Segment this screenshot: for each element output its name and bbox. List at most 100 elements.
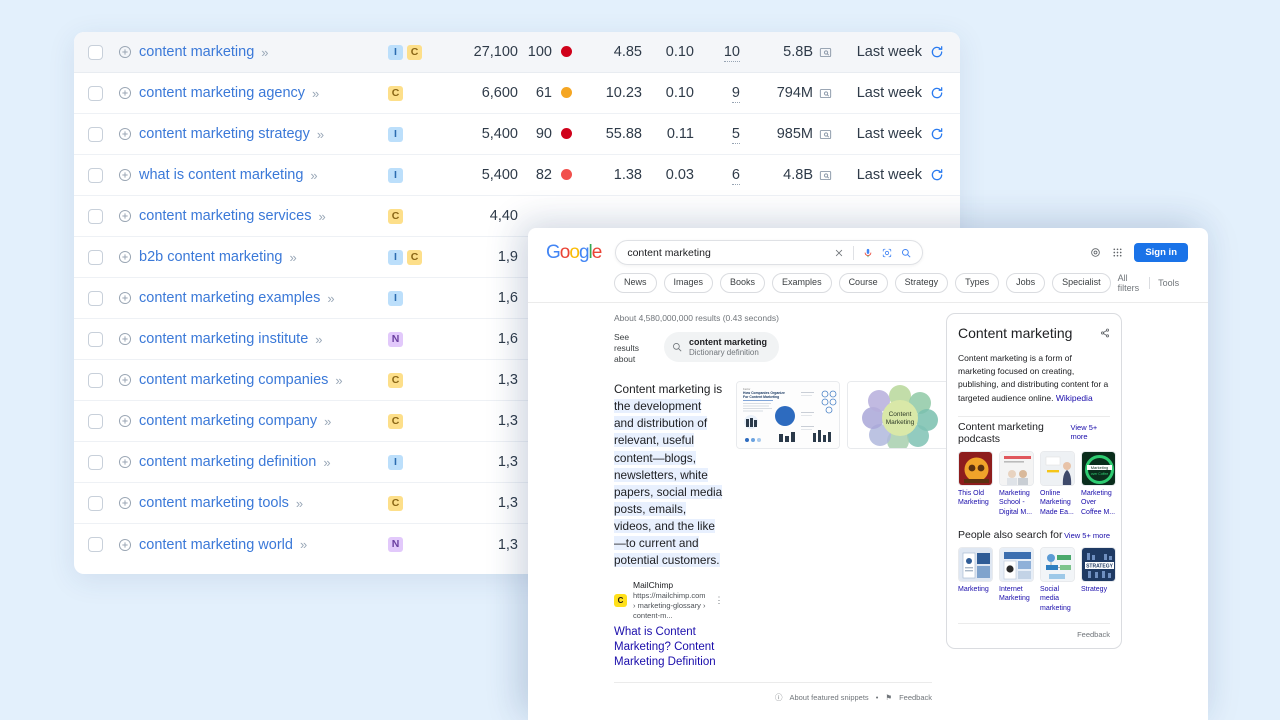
filter-chip-jobs[interactable]: Jobs (1006, 273, 1046, 293)
add-keyword-icon[interactable] (118, 496, 132, 510)
podcasts-view-more[interactable]: View 5+ more (1070, 423, 1110, 441)
tools-button[interactable]: Tools (1158, 278, 1179, 288)
expand-chevron-icon[interactable]: » (300, 537, 307, 552)
serp-preview-icon[interactable] (819, 169, 832, 182)
add-keyword-icon[interactable] (118, 45, 132, 59)
row-checkbox[interactable] (88, 208, 103, 224)
podcast-tile[interactable]: Marketing School - Digital M... (999, 450, 1034, 517)
podcast-label[interactable]: This Old Marketing (958, 489, 993, 508)
row-checkbox[interactable] (88, 126, 103, 142)
add-keyword-icon[interactable] (118, 414, 132, 428)
table-row[interactable]: what is content marketing » I 5,400 82 1.38 0.… (74, 155, 960, 196)
also-search-tile[interactable]: Social media marketing (1040, 547, 1075, 613)
add-keyword-icon[interactable] (118, 455, 132, 469)
filter-chip-news[interactable]: News (614, 273, 657, 293)
keyword-link[interactable]: content marketing tools (139, 495, 289, 511)
add-keyword-icon[interactable] (118, 332, 132, 346)
dictionary-card[interactable]: content marketing Dictionary definition (664, 332, 780, 362)
podcast-tile[interactable]: This Old Marketing (958, 450, 993, 517)
row-checkbox[interactable] (88, 167, 103, 183)
add-keyword-icon[interactable] (118, 168, 132, 182)
add-keyword-icon[interactable] (118, 209, 132, 223)
keyword-link[interactable]: content marketing institute (139, 331, 308, 347)
also-search-label[interactable]: Social media marketing (1040, 585, 1075, 613)
refresh-icon[interactable] (930, 45, 944, 59)
google-lens-icon[interactable] (882, 248, 892, 258)
keyword-link[interactable]: content marketing world (139, 537, 293, 553)
search-icon[interactable] (901, 248, 911, 258)
expand-chevron-icon[interactable]: » (289, 250, 296, 265)
table-row[interactable]: content marketing » I C 27,100 100 4.85 0.10 10 5… (74, 32, 960, 73)
podcast-label[interactable]: Marketing School - Digital M... (999, 489, 1034, 517)
keyword-link[interactable]: what is content marketing (139, 167, 303, 183)
settings-gear-icon[interactable] (1090, 247, 1101, 258)
also-search-label[interactable]: Strategy (1081, 585, 1116, 594)
clear-icon[interactable] (834, 248, 844, 258)
filter-chip-course[interactable]: Course (838, 273, 888, 293)
podcast-label[interactable]: Marketing Over Coffee M... (1081, 489, 1116, 517)
row-checkbox[interactable] (88, 85, 103, 101)
expand-chevron-icon[interactable]: » (324, 414, 331, 429)
also-search-view-more[interactable]: View 5+ more (1064, 531, 1110, 540)
add-keyword-icon[interactable] (118, 250, 132, 264)
keyword-link[interactable]: content marketing (139, 44, 254, 60)
search-bar[interactable]: content marketing (615, 240, 924, 265)
expand-chevron-icon[interactable]: » (261, 45, 268, 60)
search-input[interactable]: content marketing (627, 247, 825, 259)
refresh-icon[interactable] (930, 168, 944, 182)
row-checkbox[interactable] (88, 44, 103, 60)
also-search-tile[interactable]: STRATEGY Strategy (1081, 547, 1116, 613)
add-keyword-icon[interactable] (118, 86, 132, 100)
table-row[interactable]: content marketing strategy » I 5,400 90 55.88… (74, 114, 960, 155)
add-keyword-icon[interactable] (118, 538, 132, 552)
row-checkbox[interactable] (88, 413, 103, 429)
sign-in-button[interactable]: Sign in (1134, 242, 1188, 263)
featured-snippet-image-wheel[interactable]: Content Marketing (847, 381, 952, 450)
filter-chip-examples[interactable]: Examples (772, 273, 832, 293)
row-checkbox[interactable] (88, 249, 103, 265)
keyword-link[interactable]: content marketing companies (139, 372, 328, 388)
add-keyword-icon[interactable] (118, 373, 132, 387)
also-search-tile[interactable]: Internet Marketing (999, 547, 1034, 613)
keyword-link[interactable]: content marketing examples (139, 290, 320, 306)
row-checkbox[interactable] (88, 372, 103, 388)
serp-preview-icon[interactable] (819, 46, 832, 59)
expand-chevron-icon[interactable]: » (327, 291, 334, 306)
knowledge-panel-feedback[interactable]: Feedback (958, 623, 1110, 639)
keyword-link[interactable]: b2b content marketing (139, 249, 282, 265)
microphone-icon[interactable] (863, 248, 873, 258)
share-icon[interactable] (1100, 328, 1110, 338)
filter-chip-types[interactable]: Types (955, 273, 1000, 293)
also-search-label[interactable]: Internet Marketing (999, 585, 1034, 604)
more-options-icon[interactable]: ⋮ (715, 595, 724, 605)
feedback-link[interactable]: Feedback (899, 693, 932, 702)
podcast-label[interactable]: Online Marketing Made Ea... (1040, 489, 1075, 517)
expand-chevron-icon[interactable]: » (312, 86, 319, 101)
expand-chevron-icon[interactable]: » (310, 168, 317, 183)
keyword-link[interactable]: content marketing services (139, 208, 311, 224)
expand-chevron-icon[interactable]: » (323, 455, 330, 470)
expand-chevron-icon[interactable]: » (335, 373, 342, 388)
expand-chevron-icon[interactable]: » (296, 496, 303, 511)
refresh-icon[interactable] (930, 86, 944, 100)
expand-chevron-icon[interactable]: » (318, 209, 325, 224)
filter-chip-strategy[interactable]: Strategy (894, 273, 949, 293)
serp-preview-icon[interactable] (819, 87, 832, 100)
also-search-label[interactable]: Marketing (958, 585, 993, 594)
wikipedia-link[interactable]: Wikipedia (1056, 393, 1093, 403)
table-row[interactable]: content marketing agency » C 6,600 61 10.23 0.… (74, 73, 960, 114)
about-featured-snippets-link[interactable]: About featured snippets (789, 693, 868, 702)
row-checkbox[interactable] (88, 290, 103, 306)
row-checkbox[interactable] (88, 331, 103, 347)
keyword-link[interactable]: content marketing agency (139, 85, 305, 101)
row-checkbox[interactable] (88, 537, 103, 552)
add-keyword-icon[interactable] (118, 127, 132, 141)
google-apps-icon[interactable] (1112, 247, 1123, 258)
filter-chip-images[interactable]: Images (663, 273, 714, 293)
also-search-tile[interactable]: Marketing (958, 547, 993, 613)
all-filters-button[interactable]: All filters (1118, 273, 1140, 293)
keyword-link[interactable]: content marketing definition (139, 454, 316, 470)
keyword-link[interactable]: content marketing strategy (139, 126, 310, 142)
expand-chevron-icon[interactable]: » (317, 127, 324, 142)
podcast-tile[interactable]: Online Marketing Made Ea... (1040, 450, 1075, 517)
